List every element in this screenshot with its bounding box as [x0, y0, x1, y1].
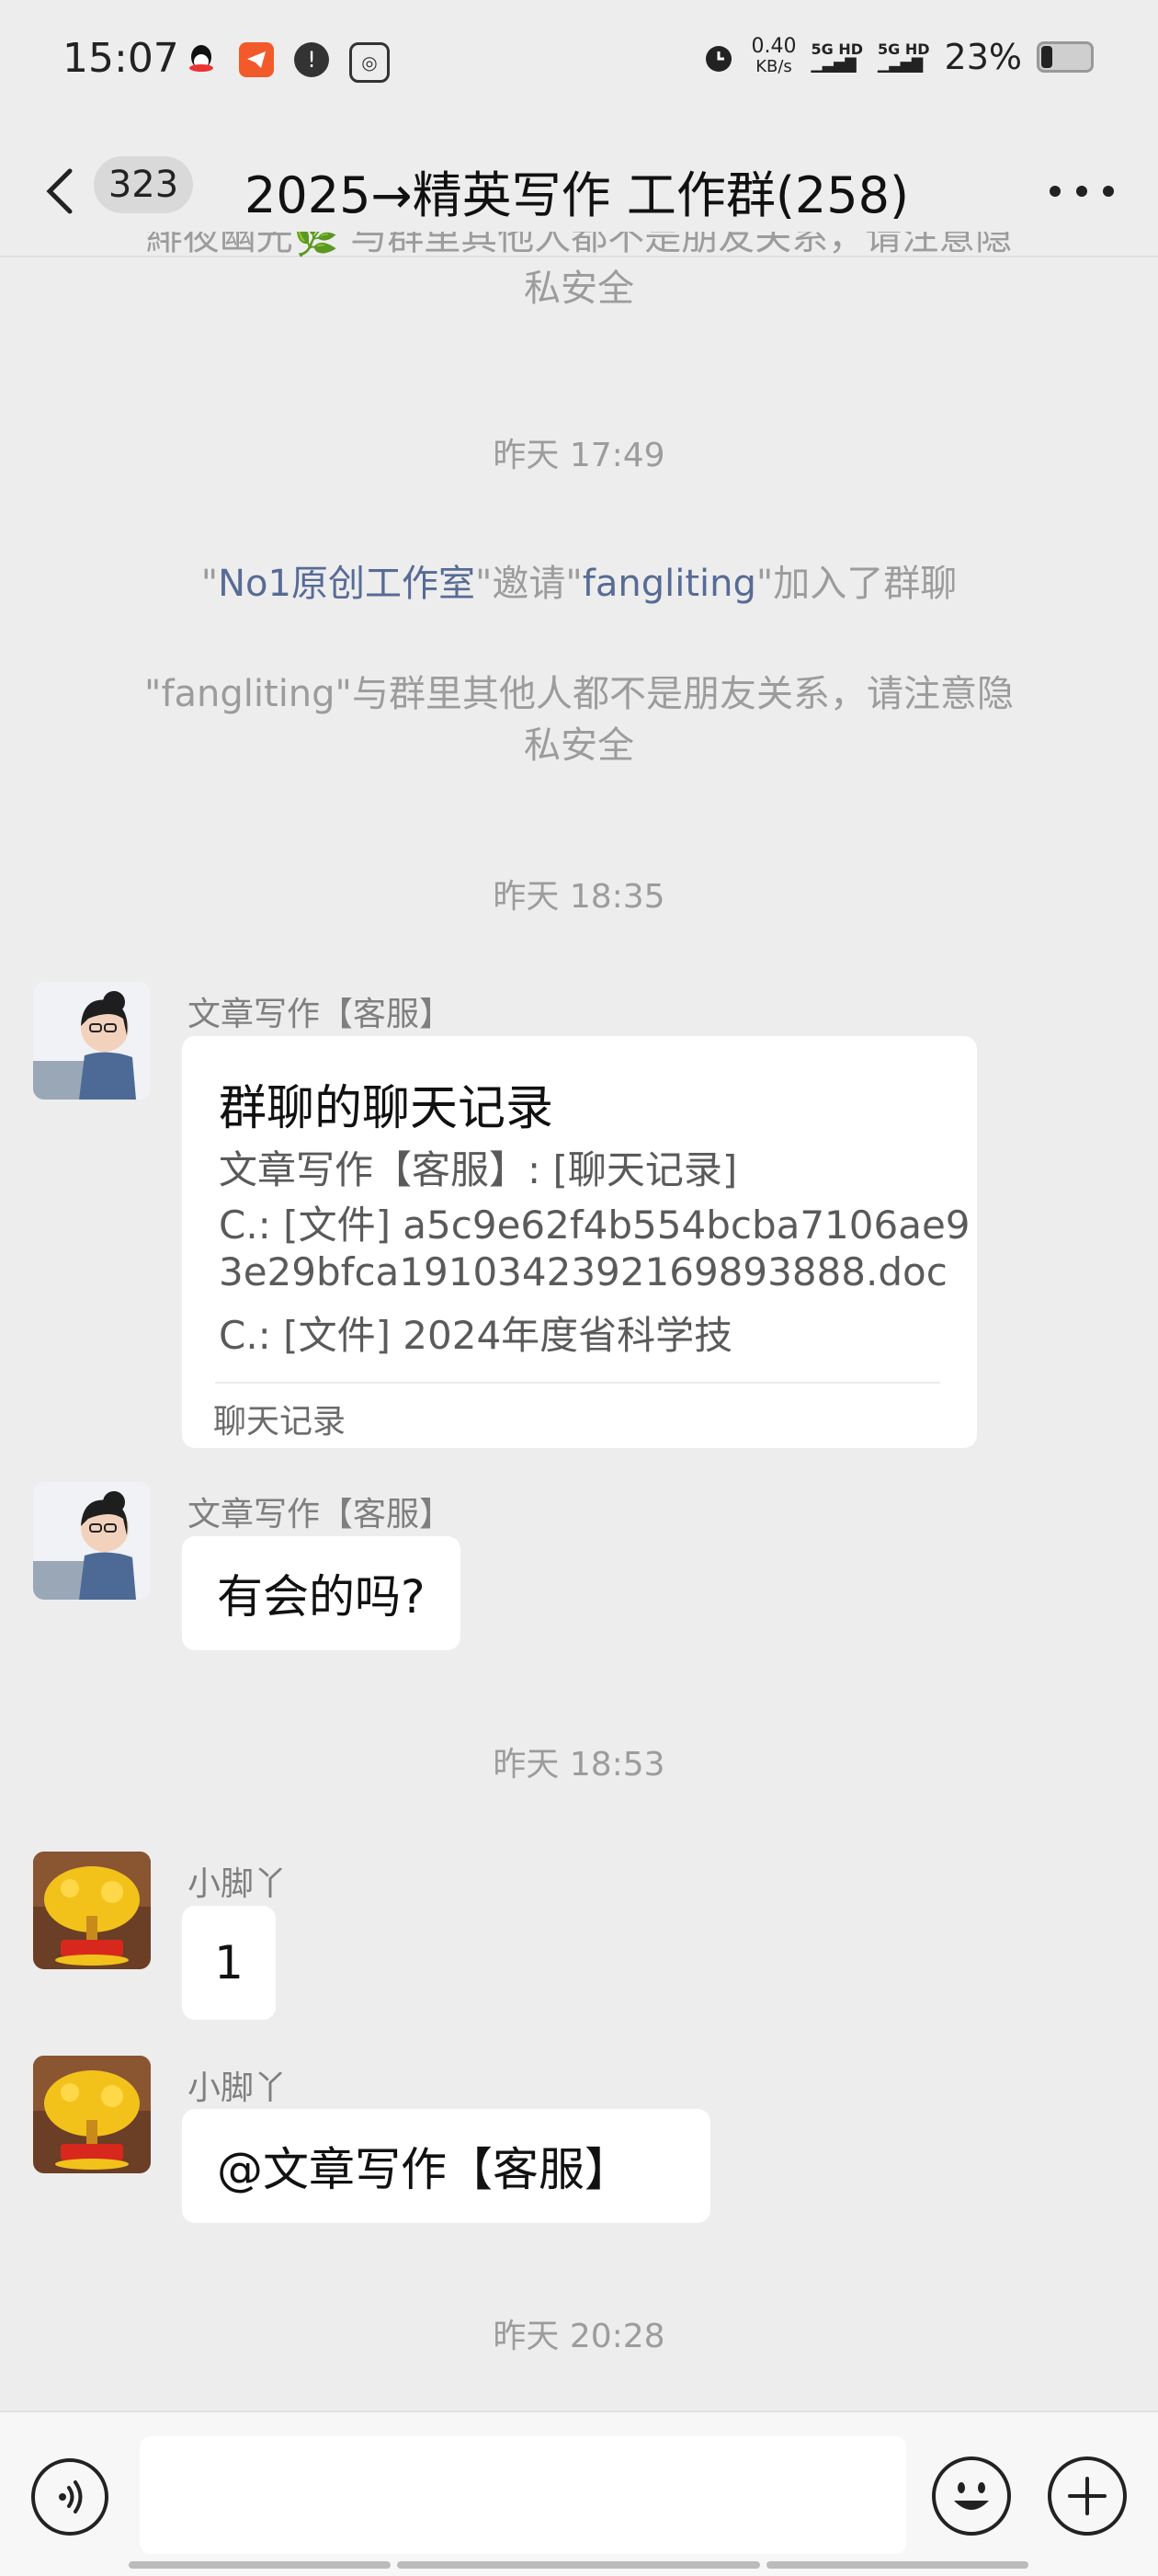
more-functions-button[interactable] [1048, 2456, 1127, 2536]
app-icon: ◎ [349, 42, 390, 83]
privacy-line: "fangliting"与群里其他人都不是朋友关系，请注意隐 [144, 673, 1014, 715]
more-options-button[interactable] [1050, 164, 1114, 219]
card-divider [215, 1382, 940, 1384]
emoji-icon [954, 2482, 989, 2510]
sender-name: 小脚丫 [187, 1865, 288, 1903]
input-bar [0, 2411, 1158, 2576]
timestamp: 昨天 20:28 [493, 2318, 665, 2355]
net-speed-unit: KB/s [755, 57, 792, 76]
alert-icon: ! [294, 42, 329, 77]
signal-bars-icon: ▁▃▅▇ [878, 55, 924, 73]
message-text: 1 [214, 1936, 244, 1989]
sender-name: 文章写作【客服】 [187, 996, 453, 1033]
qq-icon [184, 42, 219, 77]
card-line: 3e29bfca1910342392169893888.doc [219, 1249, 948, 1294]
timestamp: 昨天 18:35 [493, 878, 665, 916]
sender-name: 小脚丫 [187, 2069, 288, 2107]
signal-1: 5G HD ▁▃▅▇ [812, 42, 864, 72]
alarm-icon [705, 46, 732, 72]
nav-indicator [397, 2561, 760, 2569]
avatar[interactable] [33, 982, 151, 1100]
system-message-line: 緋夜幽光🌿 与群里其他人都不是朋友关系，请注意隐 [145, 232, 1013, 258]
invite-name-link[interactable]: fangliting [583, 563, 756, 605]
privacy-line: 私安全 [524, 724, 634, 767]
message-bubble[interactable]: @文章写作【客服】 [182, 2109, 710, 2223]
dot-icon [1076, 186, 1087, 197]
status-bar: 15:07 ! ◎ 0.40 KB/s 5G HD ▁▃▅▇ 5G HD ▁▃▅… [0, 0, 1158, 129]
battery-percent: 23% [944, 37, 1022, 77]
card-title: 群聊的聊天记录 [219, 1081, 554, 1136]
net-speed: 0.40 KB/s [752, 37, 797, 77]
telegram-icon [239, 42, 274, 77]
card-line: C.: [文件] 2024年度省科学技 [219, 1313, 733, 1358]
system-message-line: 私安全 [524, 268, 634, 310]
avatar[interactable] [33, 1482, 151, 1600]
sender-name: 文章写作【客服】 [187, 1496, 453, 1533]
card-line: C.: [文件] a5c9e62f4b554bcba7106ae9 [219, 1203, 971, 1248]
invite-text: " [200, 563, 219, 605]
signal-bars-icon: ▁▃▅▇ [811, 55, 857, 73]
notification-icons: ! ◎ [184, 42, 390, 83]
privacy-notice: "fangliting"与群里其他人都不是朋友关系，请注意隐 私安全 [92, 668, 1066, 771]
dot-icon [1050, 186, 1061, 197]
timestamp: 昨天 17:49 [493, 437, 665, 474]
invite-text: "邀请" [474, 563, 583, 605]
message-bubble[interactable]: 有会的吗? [182, 1536, 460, 1650]
nav-indicator [766, 2561, 1028, 2569]
status-right: 0.40 KB/s 5G HD ▁▃▅▇ 5G HD ▁▃▅▇ 23% [700, 37, 1094, 77]
net-speed-value: 0.40 [751, 35, 797, 58]
emoji-button[interactable] [932, 2456, 1011, 2536]
status-time: 15:07 [62, 35, 179, 82]
chat-title[interactable]: 2025→精英写作 工作群(258) [244, 154, 909, 227]
message-bubble[interactable]: 1 [182, 1906, 276, 2020]
invite-text: "加入了群聊 [755, 563, 958, 605]
chevron-left-icon [46, 168, 73, 214]
battery-icon [1037, 41, 1094, 73]
dot-icon [1103, 186, 1114, 197]
message-text: @文章写作【客服】 [217, 2143, 630, 2196]
card-line: 文章写作【客服】: [聊天记录] [219, 1147, 738, 1192]
unread-count-badge[interactable]: 323 [94, 156, 193, 213]
card-footer: 聊天记录 [213, 1403, 346, 1441]
timestamp: 昨天 18:53 [493, 1746, 665, 1784]
voice-icon [59, 2480, 83, 2513]
plus-icon [1068, 2477, 1107, 2515]
avatar[interactable] [33, 1852, 151, 1969]
back-button[interactable] [37, 164, 92, 219]
voice-button[interactable] [31, 2458, 108, 2536]
invite-name-link[interactable]: No1原创工作室 [218, 563, 475, 605]
invite-message: "No1原创工作室"邀请"fangliting"加入了群聊 [92, 558, 1066, 610]
avatar[interactable] [33, 2056, 151, 2173]
nav-indicator [129, 2561, 391, 2569]
message-input[interactable] [140, 2436, 906, 2554]
chat-record-card[interactable]: 群聊的聊天记录 文章写作【客服】: [聊天记录] C.: [文件] a5c9e6… [182, 1036, 977, 1448]
system-message: 緋夜幽光🌿 与群里其他人都不是朋友关系，请注意隐 私安全 [92, 232, 1066, 333]
signal-2: 5G HD ▁▃▅▇ [878, 42, 930, 72]
message-text: 有会的吗? [217, 1570, 426, 1624]
